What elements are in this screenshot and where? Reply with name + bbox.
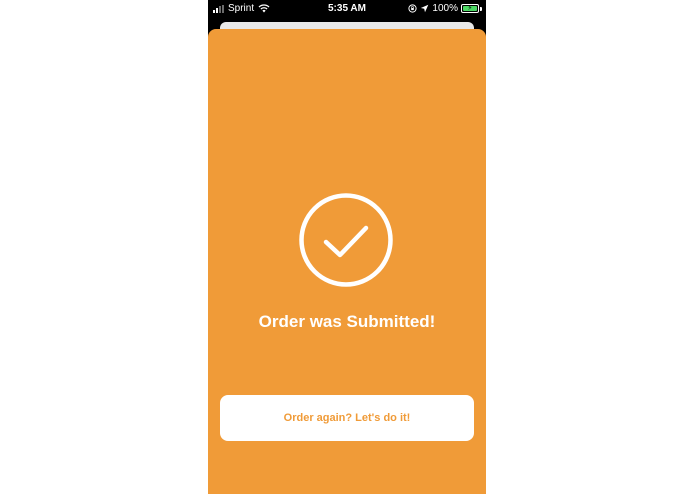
- battery-charging-icon: ⚡: [461, 4, 479, 13]
- battery-tip: [480, 6, 482, 11]
- checkmark-circle-icon: [299, 193, 393, 287]
- battery-percent: 100%: [432, 3, 458, 14]
- status-bar: Sprint 5:35 AM 100% ⚡: [208, 0, 486, 17]
- orientation-lock-icon: [408, 4, 418, 13]
- phone-screen: Sprint 5:35 AM 100% ⚡ Order was Submitte…: [208, 0, 486, 494]
- location-arrow-icon: [421, 4, 429, 13]
- order-again-button[interactable]: Order again? Let's do it!: [220, 395, 474, 441]
- order-submitted-title: Order was Submitted!: [258, 312, 436, 331]
- status-right: 100% ⚡: [408, 0, 482, 17]
